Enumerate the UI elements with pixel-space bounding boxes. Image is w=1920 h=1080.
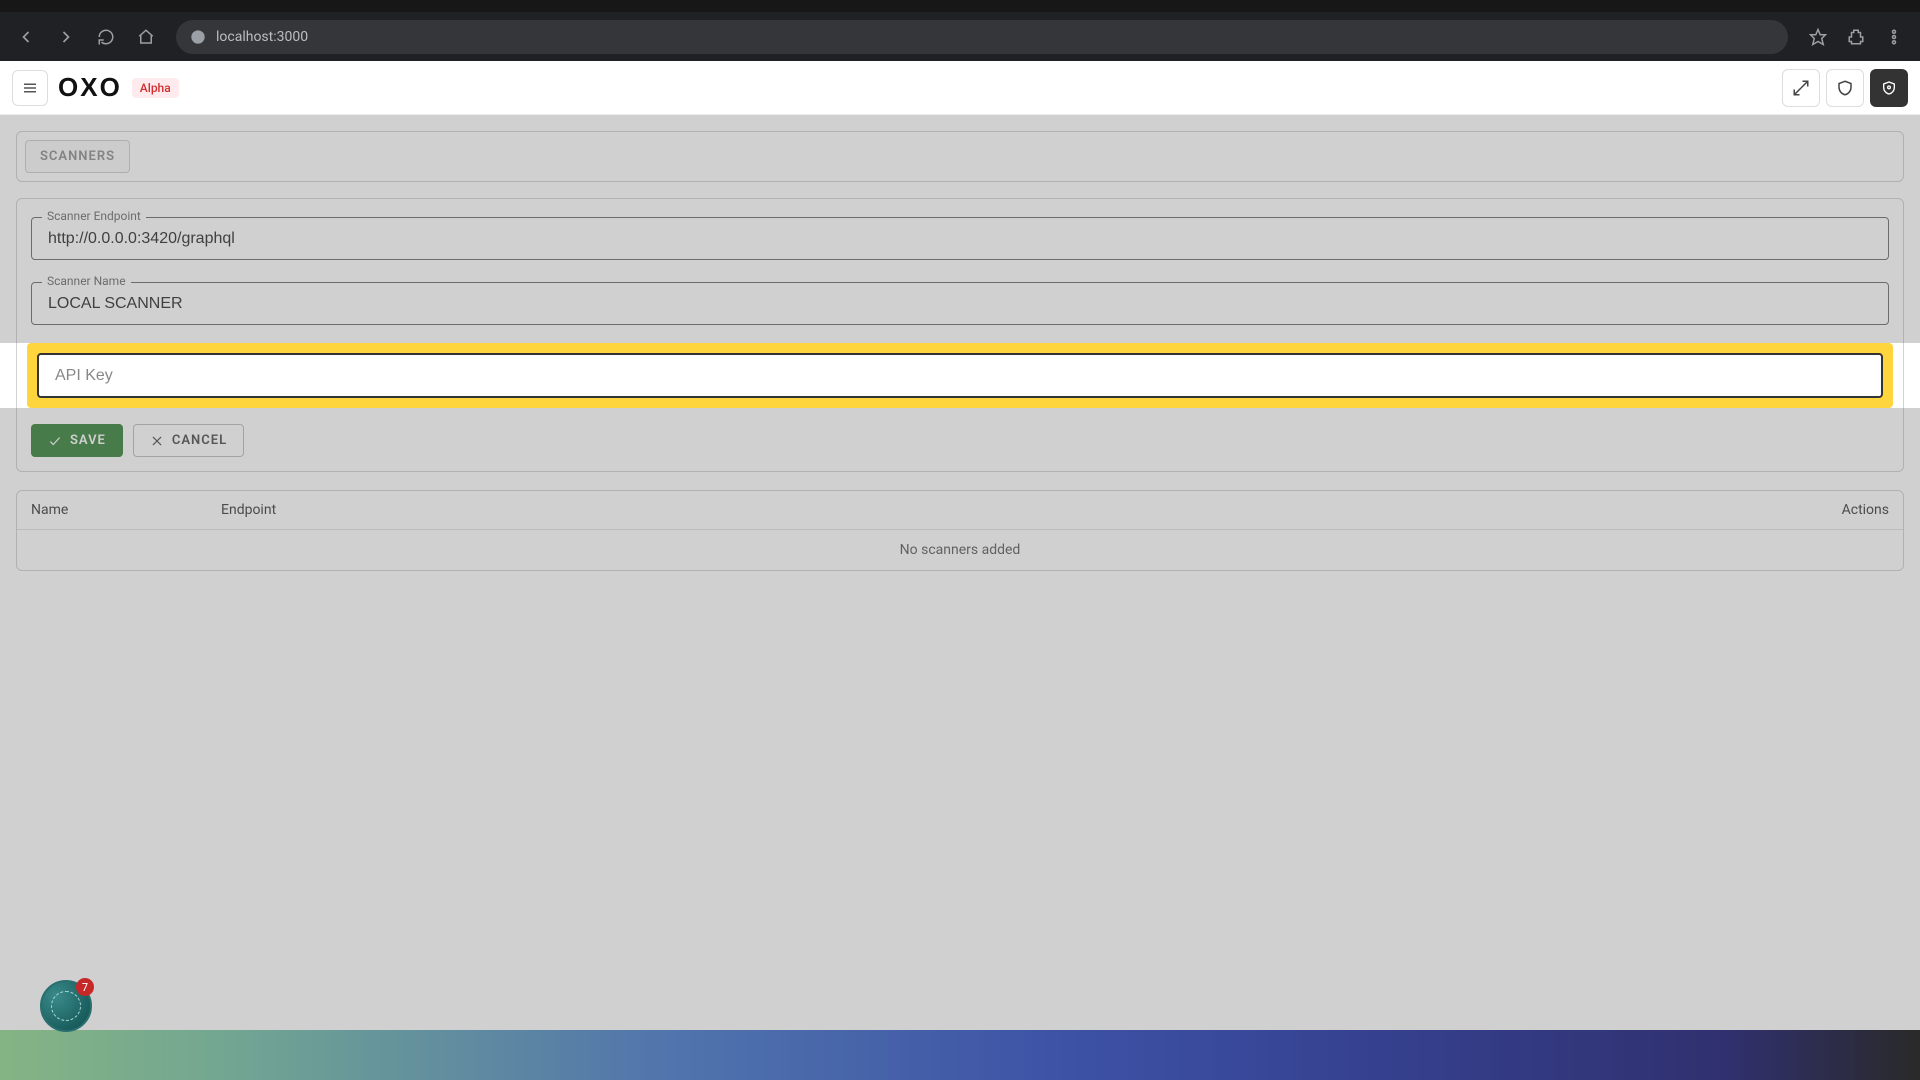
scanner-form: Scanner Endpoint Scanner Name SA (16, 198, 1904, 472)
assistant-badge[interactable]: 7 (40, 980, 92, 1032)
app-logo: OXO (58, 72, 122, 103)
back-button[interactable] (8, 19, 44, 55)
cancel-button-label: CANCEL (172, 433, 227, 448)
app-header: OXO Alpha (0, 61, 1920, 115)
url-text: localhost:3000 (216, 29, 308, 45)
cancel-button[interactable]: CANCEL (133, 424, 244, 457)
scanner-name-input[interactable] (46, 294, 1874, 314)
alpha-badge: Alpha (132, 78, 179, 98)
home-button[interactable] (128, 19, 164, 55)
address-bar[interactable]: localhost:3000 (176, 20, 1788, 54)
browser-tabstrip (0, 0, 1920, 12)
browser-menu-icon[interactable] (1876, 19, 1912, 55)
extensions-icon[interactable] (1838, 19, 1874, 55)
scanner-endpoint-input[interactable] (46, 229, 1874, 249)
assistant-badge-count: 7 (76, 978, 94, 996)
table-header: Name Endpoint Actions (17, 491, 1903, 530)
bookmark-star-icon[interactable] (1800, 19, 1836, 55)
save-button-label: SAVE (70, 433, 106, 448)
menu-button[interactable] (12, 70, 48, 106)
scanner-name-label: Scanner Name (42, 274, 131, 288)
scanner-endpoint-label: Scanner Endpoint (42, 209, 146, 223)
th-endpoint: Endpoint (207, 491, 1783, 529)
api-key-highlight (27, 343, 1893, 408)
th-name: Name (17, 491, 207, 529)
site-info-icon[interactable] (190, 29, 206, 45)
browser-toolbar: localhost:3000 (0, 12, 1920, 61)
shield-icon[interactable] (1826, 69, 1864, 107)
api-key-field[interactable] (37, 353, 1883, 398)
settings-shield-icon[interactable] (1870, 69, 1908, 107)
api-key-input[interactable] (53, 366, 1867, 386)
table-empty-text: No scanners added (900, 542, 1021, 558)
scanners-table: Name Endpoint Actions No scanners added (16, 490, 1904, 571)
th-actions: Actions (1783, 491, 1903, 529)
tabs-card: SCANNERS (16, 131, 1904, 182)
page-body: SCANNERS Scanner Endpoint Scanner Name (0, 115, 1920, 1080)
forward-button[interactable] (48, 19, 84, 55)
tab-scanners[interactable]: SCANNERS (25, 140, 130, 173)
reload-button[interactable] (88, 19, 124, 55)
save-button[interactable]: SAVE (31, 424, 123, 457)
table-empty-row: No scanners added (17, 530, 1903, 570)
scanner-name-field[interactable]: Scanner Name (31, 282, 1889, 325)
scanner-endpoint-field[interactable]: Scanner Endpoint (31, 217, 1889, 260)
header-action-1[interactable] (1782, 69, 1820, 107)
gradient-footer (0, 1030, 1920, 1080)
